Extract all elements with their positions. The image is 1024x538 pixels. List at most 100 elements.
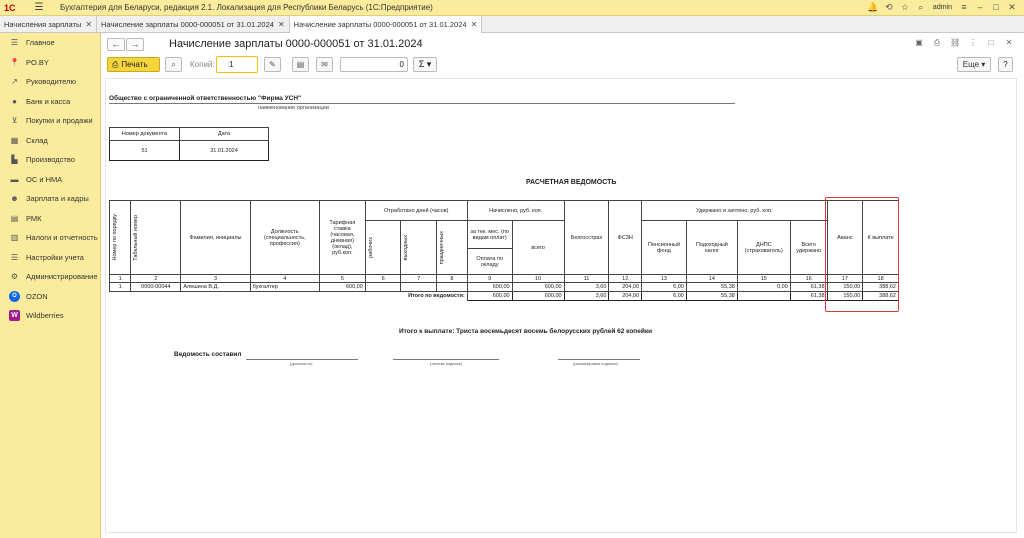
sum-button[interactable]: Σ ▾	[413, 57, 437, 72]
close-icon[interactable]: ✕	[1004, 38, 1014, 48]
maximize-icon[interactable]: □	[986, 38, 996, 48]
col-number: 1	[108, 274, 132, 283]
bell-icon[interactable]: 🔔	[867, 1, 879, 13]
copies-label: Копий:	[190, 60, 215, 69]
save-file-button[interactable]: ▤	[292, 57, 309, 72]
sidebar-item-label: Склад	[26, 135, 48, 145]
signature-line	[393, 359, 499, 360]
sum-field[interactable]: 0	[340, 57, 408, 72]
more-icon[interactable]: ⋮	[968, 38, 978, 48]
sidebar-item-taxes[interactable]: ▥ Налоги и отчетность	[0, 228, 100, 248]
preview-icon: ⌕	[171, 60, 176, 69]
sigma-icon: Σ ▾	[418, 59, 432, 69]
col-number: 14	[685, 274, 738, 283]
sidebar-item-admin[interactable]: ⚙ Администрирование	[0, 267, 100, 287]
sidebar-item-label: Производство	[26, 155, 75, 165]
maximize-icon[interactable]: □	[990, 1, 1002, 13]
forward-button[interactable]: →	[126, 38, 144, 51]
tab-payroll-doc[interactable]: Начисление зарплаты 0000-000051 от 31.01…	[97, 16, 290, 33]
org-name: Общество с ограниченной ответственностью…	[109, 95, 302, 102]
history-icon[interactable]: ⟲	[883, 1, 895, 13]
sidebar-item-ozon[interactable]: O OZON	[0, 287, 100, 307]
menu-icon: ☰	[10, 38, 19, 48]
link-icon[interactable]: ⛓	[950, 38, 960, 48]
settings-icon: ☰	[10, 252, 19, 262]
print-button[interactable]: ⎙ Печать	[107, 57, 160, 72]
back-button[interactable]: ←	[107, 38, 125, 51]
tab-label: Начисление зарплаты 0000-000051 от 31.01…	[101, 20, 274, 29]
close-icon[interactable]: ✕	[85, 20, 92, 29]
total-total-withheld: 61,38	[789, 291, 828, 301]
more-button[interactable]: Еще ▾	[957, 57, 991, 72]
col-header-holiday-text: праздничных	[439, 230, 446, 265]
more-label: Еще	[962, 60, 980, 69]
close-icon[interactable]: ✕	[471, 20, 478, 29]
col-header-belgos: Белгосстрах	[563, 200, 610, 275]
col-number: 5	[318, 274, 366, 283]
sidebar-item-sales[interactable]: ⊻ Покупки и продажи	[0, 111, 100, 131]
close-icon[interactable]: ✕	[1006, 1, 1018, 13]
sidebar-item-salary[interactable]: ☻ Зарплата и кадры	[0, 189, 100, 209]
sidebar-item-main[interactable]: ☰ Главное	[0, 33, 100, 53]
cell-weekend	[400, 282, 438, 292]
sidebar-item-label: PO.BY	[26, 57, 49, 67]
star-icon[interactable]: ☆	[899, 1, 911, 13]
sidebar-item-settings[interactable]: ☰ Настройки учета	[0, 248, 100, 268]
save-icon[interactable]: ▣	[914, 38, 924, 48]
report-title: РАСЧЕТНАЯ ВЕДОМОСТЬ	[526, 179, 617, 186]
sidebar-item-assets[interactable]: ▬ ОС и НМА	[0, 170, 100, 190]
main-area: ← → Начисление зарплаты 0000-000051 от 3…	[102, 33, 1024, 538]
preview-button[interactable]: ⌕	[165, 57, 182, 72]
sidebar-item-bank[interactable]: ● Банк и касса	[0, 92, 100, 112]
toolbar: ⎙ Печать ⌕ Копий: 1 ✎ ▤ ✉ 0 Σ ▾ Еще ▾ ?	[102, 55, 1024, 75]
send-email-button[interactable]: ✉	[316, 57, 333, 72]
total-income-tax: 55,38	[685, 291, 738, 301]
chart-icon: ↗	[11, 77, 18, 87]
factory-icon: ▙	[11, 155, 18, 165]
sidebar-item-rmk[interactable]: ▤ РМК	[0, 209, 100, 229]
tab-payroll-list[interactable]: Начисления зарплаты ✕	[0, 16, 98, 33]
col-header-withheld: Удержано и зачтено, руб. коп.	[641, 200, 828, 221]
docnum-header: Номер документа	[109, 127, 180, 141]
col-number: 16	[789, 274, 828, 283]
user-name[interactable]: admin	[933, 4, 952, 11]
col-header-position: Должность (специальность, профессия)	[249, 200, 320, 275]
horizontal-scrollbar[interactable]	[102, 534, 1024, 538]
gear-icon: ⚙	[10, 272, 19, 282]
date-header: Дата	[179, 127, 269, 141]
main-menu-icon[interactable]: ☰	[32, 1, 46, 15]
search-icon[interactable]: ⌕	[915, 1, 927, 13]
sidebar-item-manager[interactable]: ↗ Руководителю	[0, 72, 100, 92]
total-total: 600,00	[511, 291, 565, 301]
sidebar-item-label: Администрирование	[26, 272, 98, 282]
org-underline	[109, 103, 735, 104]
close-icon[interactable]: ✕	[278, 20, 285, 29]
print-icon[interactable]: ⎙	[932, 38, 942, 48]
table-row[interactable]: 1 0000-00044 Алешина В.Д. бухгалтер 600,…	[108, 282, 899, 292]
col-number: 2	[130, 274, 182, 283]
tab-payroll-doc-active[interactable]: Начисление зарплаты 0000-000051 от 31.01…	[289, 16, 483, 33]
sidebar-item-poby[interactable]: 📍 PO.BY	[0, 53, 100, 73]
report-sheet[interactable]: Общество с ограниченной ответственностью…	[105, 78, 1017, 533]
col-number: 8	[436, 274, 468, 283]
printer-icon: ⎙	[112, 60, 119, 69]
position-line	[246, 359, 358, 360]
cell-dnps: 0,00	[736, 282, 791, 292]
help-button[interactable]: ?	[998, 57, 1013, 72]
sidebar-item-label: Банк и касса	[26, 96, 71, 106]
sidebar-item-wildberries[interactable]: W Wildberries	[0, 306, 100, 326]
sidebar-item-production[interactable]: ▙ Производство	[0, 150, 100, 170]
col-header-accrued: Начислено, руб. коп.	[466, 200, 565, 221]
sidebar-item-warehouse[interactable]: ▦ Склад	[0, 131, 100, 151]
total-belgos: 3,60	[563, 291, 610, 301]
col-number: 3	[180, 274, 251, 283]
total-salary: 600,00	[466, 291, 513, 301]
settings-icon[interactable]: ≡	[958, 1, 970, 13]
sig-personal-caption: (личная подпись)	[430, 361, 463, 366]
minimize-icon[interactable]: –	[974, 1, 986, 13]
cell-total: 600,00	[511, 282, 565, 292]
sections-sidebar: ☰ Главное 📍 PO.BY ↗ Руководителю ● Банк и ка…	[0, 33, 101, 538]
edit-button[interactable]: ✎	[264, 57, 281, 72]
open-tabs-bar: Начисления зарплаты ✕ Начисление зарплаты…	[0, 16, 1024, 33]
copies-input[interactable]: 1	[216, 56, 258, 73]
